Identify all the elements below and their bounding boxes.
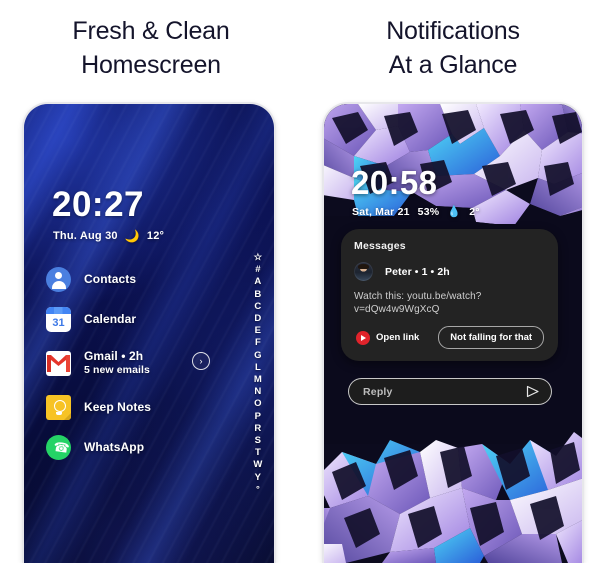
app-row-keep-notes[interactable]: Keep Notes <box>46 387 236 427</box>
phone-screen-left: 20:27 Thu. Aug 30 🌙 12° Contacts 31 Cale… <box>24 104 274 563</box>
contacts-icon <box>46 266 71 292</box>
alpha-item[interactable]: ° <box>256 484 260 496</box>
alpha-item[interactable]: B <box>254 289 261 301</box>
heading-line-2: Homescreen <box>81 51 221 79</box>
alphabet-index-scrubber[interactable]: ☆ # A B C D E F G L M N O P R S T W Y ° <box>251 252 265 496</box>
phone-screen-right: 20:58 Sat, Mar 21 53% 💧 2° Messages Pete… <box>324 104 582 563</box>
alpha-item[interactable]: ☆ <box>254 252 263 264</box>
heading-line-2: At a Glance <box>388 51 518 79</box>
temperature-label-left: 12° <box>146 230 165 242</box>
alpha-item[interactable]: W <box>253 459 262 471</box>
date-status-row-right: Sat, Mar 21 53% 💧 2° <box>352 206 480 218</box>
alpha-item[interactable]: E <box>255 325 262 337</box>
water-drop-icon: 💧 <box>447 205 462 218</box>
alpha-item[interactable]: M <box>254 374 262 386</box>
temperature-label-right: 2° <box>469 206 480 218</box>
reply-input-bar[interactable]: Reply <box>348 378 552 405</box>
gmail-icon <box>46 350 71 376</box>
app-list: Contacts 31 Calendar Gmail • 2h 5 new em… <box>46 259 236 467</box>
app-row-gmail[interactable]: Gmail • 2h 5 new emails › <box>46 339 236 387</box>
alpha-item[interactable]: G <box>254 350 262 362</box>
alpha-item[interactable]: F <box>255 337 261 349</box>
expand-notification-button[interactable]: › <box>192 352 210 370</box>
alpha-item[interactable]: N <box>254 386 261 398</box>
calendar-day-number: 31 <box>52 316 65 329</box>
alpha-item[interactable]: C <box>254 301 261 313</box>
clock-widget-left[interactable]: 20:27 <box>52 187 144 223</box>
alpha-item[interactable]: Y <box>255 472 262 484</box>
alpha-item[interactable]: S <box>255 435 262 447</box>
heading-line-1: Notifications <box>386 17 520 45</box>
date-label-right: Sat, Mar 21 <box>352 206 410 218</box>
moon-icon: 🌙 <box>124 229 140 243</box>
calendar-icon: 31 <box>46 306 71 332</box>
keep-notes-icon <box>46 394 71 420</box>
date-label-left: Thu. Aug 30 <box>53 230 118 242</box>
open-link-label: Open link <box>376 332 420 343</box>
alpha-item[interactable]: A <box>254 276 261 288</box>
app-label-keep-notes: Keep Notes <box>84 400 152 414</box>
reply-placeholder: Reply <box>363 385 393 398</box>
app-label-whatsapp: WhatsApp <box>84 440 145 454</box>
clock-widget-right[interactable]: 20:58 <box>351 166 437 200</box>
alpha-item[interactable]: # <box>255 264 261 276</box>
app-label-gmail: Gmail • 2h 5 new emails <box>84 349 150 376</box>
send-icon[interactable] <box>526 385 539 398</box>
app-label-calendar: Calendar <box>84 312 137 326</box>
alpha-item[interactable]: T <box>255 447 261 459</box>
heading-line-1: Fresh & Clean <box>72 17 230 45</box>
notification-actions: Open link Not falling for that <box>354 326 545 349</box>
notification-app-name: Messages <box>354 240 406 252</box>
notification-message: Watch this: youtu.be/watch?v=dQw4w9WgXcQ <box>354 291 482 315</box>
alpha-item[interactable]: P <box>255 411 262 423</box>
alpha-item[interactable]: R <box>254 423 261 435</box>
battery-label: 53% <box>417 206 440 218</box>
app-label-contacts: Contacts <box>84 272 137 286</box>
panel-notifications: Notifications At a Glance 20:58 Sat, Mar… <box>302 0 604 563</box>
alpha-item[interactable]: L <box>255 362 261 374</box>
open-link-button[interactable]: Open link <box>354 327 430 348</box>
whatsapp-icon: ☎ <box>46 434 71 460</box>
youtube-icon <box>356 330 370 345</box>
alpha-item[interactable]: O <box>254 398 262 410</box>
notification-card[interactable]: Messages Peter • 1 • 2h Watch this: yout… <box>341 229 558 361</box>
date-weather-row-left: Thu. Aug 30 🌙 12° <box>53 230 164 242</box>
app-screenshot: Fresh & Clean Homescreen 20:27 Thu. Aug … <box>0 0 604 563</box>
avatar <box>354 262 373 281</box>
phone-mockup-left: 20:27 Thu. Aug 30 🌙 12° Contacts 31 Cale… <box>24 104 274 563</box>
app-row-contacts[interactable]: Contacts <box>46 259 236 299</box>
notification-sender: Peter • 1 • 2h <box>385 265 450 278</box>
app-row-calendar[interactable]: 31 Calendar <box>46 299 236 339</box>
phone-mockup-right: 20:58 Sat, Mar 21 53% 💧 2° Messages Pete… <box>324 104 582 563</box>
app-row-whatsapp[interactable]: ☎ WhatsApp <box>46 427 236 467</box>
not-falling-for-that-button[interactable]: Not falling for that <box>438 326 545 349</box>
notification-sender-row: Peter • 1 • 2h <box>354 262 545 281</box>
panel-heading-notifications: Notifications At a Glance <box>302 14 604 82</box>
alpha-item[interactable]: D <box>254 313 261 325</box>
panel-homescreen: Fresh & Clean Homescreen 20:27 Thu. Aug … <box>0 0 302 563</box>
panel-heading-homescreen: Fresh & Clean Homescreen <box>0 14 302 82</box>
not-falling-label: Not falling for that <box>450 332 533 343</box>
